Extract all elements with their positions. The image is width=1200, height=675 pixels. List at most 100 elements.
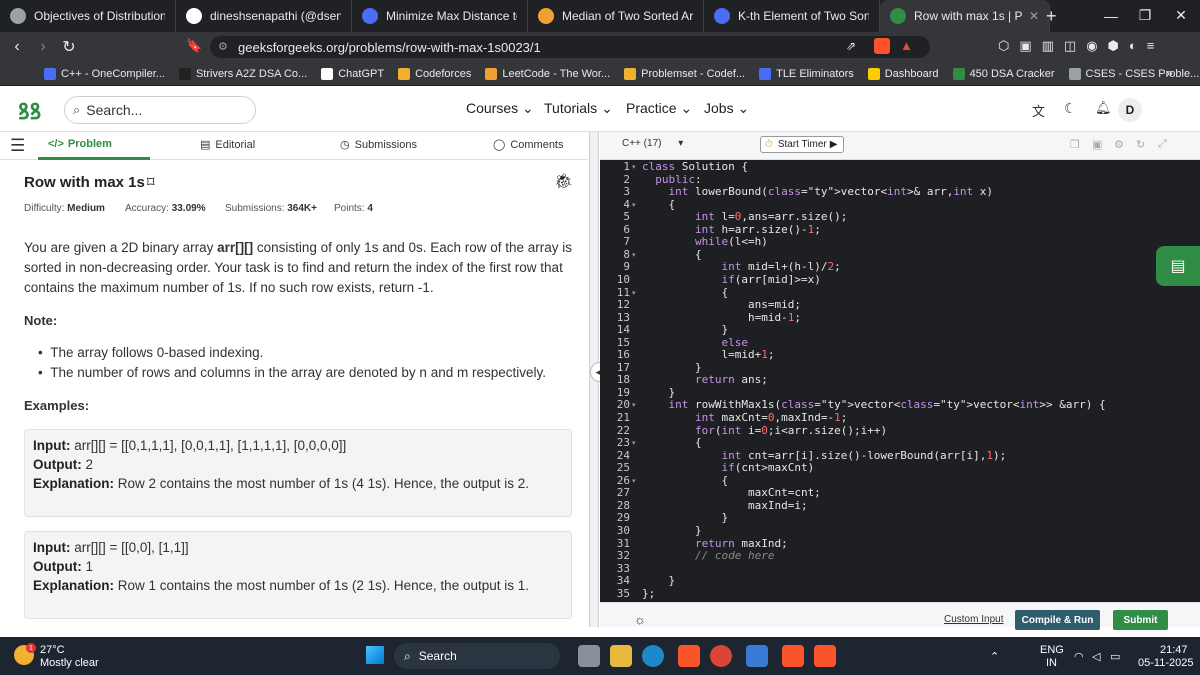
edge-icon[interactable] <box>642 645 664 667</box>
code-line[interactable]: int h=arr.size()-1; <box>642 223 821 236</box>
more-bookmarks-icon[interactable]: » <box>1166 66 1173 80</box>
app-icon[interactable] <box>746 645 768 667</box>
bookmark-item[interactable]: Strivers A2Z DSA Co... <box>178 67 307 80</box>
language-select[interactable]: C++ (17) ▾ <box>622 138 683 149</box>
code-line[interactable]: return maxInd; <box>642 537 788 550</box>
fullscreen-icon[interactable]: ⤢ <box>1158 138 1167 151</box>
fold-arrow-icon[interactable]: ▾ <box>632 163 636 171</box>
code-line[interactable]: { <box>642 474 728 487</box>
fold-arrow-icon[interactable]: ▾ <box>632 251 636 259</box>
battery-icon[interactable]: ▭ <box>1110 650 1120 663</box>
code-line[interactable]: { <box>642 286 728 299</box>
volume-icon[interactable]: ◁ <box>1092 650 1100 663</box>
code-line[interactable]: } <box>642 323 728 336</box>
clock-date[interactable]: 05-11-2025 <box>1138 657 1193 669</box>
browser-tab[interactable]: Median of Two Sorted Arrays - L <box>528 0 704 32</box>
browser-tab[interactable]: Objectives of Distribution Protec <box>0 0 176 32</box>
gfg-logo-icon[interactable]: ꝸꝸ <box>18 96 58 124</box>
code-line[interactable]: int maxCnt=0,maxInd=-1; <box>642 411 847 424</box>
tab-comments[interactable]: ◯ Comments <box>493 138 564 152</box>
settings-icon[interactable]: ⚙ <box>1114 138 1124 151</box>
browser-tab[interactable]: K-th Element of Two Sorted Arra <box>704 0 880 32</box>
bookmark-item[interactable]: CSES - CSES Proble... <box>1068 67 1199 80</box>
wifi-icon[interactable]: ◠ <box>1074 650 1084 663</box>
share-icon[interactable]: ⇗ <box>846 39 856 53</box>
code-line[interactable]: { <box>642 248 702 261</box>
windows-start-icon[interactable] <box>366 646 384 664</box>
restore-icon[interactable]: ❐ <box>1126 7 1164 24</box>
bookmark-item[interactable]: 450 DSA Cracker <box>952 67 1055 80</box>
code-line[interactable]: int mid=l+(h-l)/2; <box>642 260 840 273</box>
code-line[interactable]: l=mid+1; <box>642 348 774 361</box>
site-info-icon[interactable]: ⚙ <box>218 40 228 53</box>
copy-icon[interactable]: ❐ <box>1070 138 1080 151</box>
forward-icon[interactable]: › <box>30 38 56 56</box>
code-line[interactable]: }; <box>642 587 655 600</box>
browser-tab[interactable]: Minimize Max Distance to Gas St <box>352 0 528 32</box>
start-timer-button[interactable]: ⏱ Start Timer ▶ <box>760 136 844 153</box>
bookmark-item[interactable]: Problemset - Codef... <box>624 67 745 80</box>
code-line[interactable]: int l=0,ans=arr.size(); <box>642 210 847 223</box>
new-tab-icon[interactable]: + <box>1046 6 1057 27</box>
fold-arrow-icon[interactable]: ▾ <box>632 477 636 485</box>
code-line[interactable]: while(l<=h) <box>642 235 768 248</box>
avatar[interactable]: D <box>1118 98 1142 122</box>
report-bug-icon[interactable]: 🐞︎ <box>554 172 573 190</box>
close-tab-icon[interactable]: ✕ <box>1029 9 1039 23</box>
code-line[interactable]: maxCnt=cnt; <box>642 486 821 499</box>
bookmark-item[interactable]: ChatGPT <box>321 67 384 80</box>
file-explorer-icon[interactable] <box>610 645 632 667</box>
code-line[interactable]: for(int i=0;i<arr.size();i++) <box>642 424 887 437</box>
taskbar-search[interactable]: ⌕ Search <box>394 643 560 669</box>
dark-mode-icon[interactable]: ☾ <box>1064 100 1077 117</box>
brave-icon[interactable] <box>678 645 700 667</box>
brave-beta-icon[interactable] <box>782 645 804 667</box>
bookmark-item[interactable]: Codeforces <box>398 67 471 80</box>
theme-toggle-icon[interactable]: ☼ <box>634 612 646 627</box>
submit-button[interactable]: Submit <box>1113 610 1168 630</box>
task-view-icon[interactable] <box>578 645 600 667</box>
code-line[interactable]: { <box>642 436 702 449</box>
tab-editorial[interactable]: ▤ Editorial <box>200 138 255 152</box>
paste-icon[interactable]: ▣ <box>1092 138 1102 151</box>
tab-submissions[interactable]: ◷ Submissions <box>340 138 417 152</box>
nav-practice[interactable]: Practice ⌄ <box>626 100 692 117</box>
code-line[interactable]: int cnt=arr[i].size()-lowerBound(arr[i],… <box>642 449 1006 462</box>
fold-arrow-icon[interactable]: ▾ <box>632 439 636 447</box>
fold-arrow-icon[interactable]: ▾ <box>632 401 636 409</box>
code-line[interactable]: int lowerBound(class="ty">vector<int>& a… <box>642 185 994 198</box>
bookmark-item[interactable]: LeetCode - The Wor... <box>485 67 610 80</box>
code-line[interactable]: if(arr[mid]>=x) <box>642 273 820 286</box>
code-line[interactable]: ans=mid; <box>642 298 801 311</box>
code-line[interactable]: } <box>642 574 675 587</box>
tab-problem[interactable]: </> Problem <box>48 138 112 150</box>
close-window-icon[interactable]: ✕ <box>1162 7 1200 24</box>
chat-float-icon[interactable]: ▤ <box>1156 246 1200 286</box>
code-line[interactable]: // code here <box>642 549 774 562</box>
chrome-icon[interactable] <box>710 645 732 667</box>
brave-rewards-icon[interactable]: ▲ <box>900 38 913 53</box>
code-line[interactable]: h=mid-1; <box>642 311 801 324</box>
code-line[interactable]: if(cnt>maxCnt) <box>642 461 814 474</box>
back-icon[interactable]: ‹ <box>4 38 30 56</box>
url-bar[interactable]: ⚙ geeksforgeeks.org/problems/row-with-ma… <box>210 36 930 58</box>
code-line[interactable]: } <box>642 386 675 399</box>
minimize-icon[interactable]: — <box>1092 8 1130 24</box>
brave-shield-icon[interactable] <box>874 38 890 54</box>
bookmark-item[interactable]: Dashboard <box>867 67 939 80</box>
browser-tab[interactable]: dineshsenapathi (@dsenapathi4 <box>176 0 352 32</box>
code-line[interactable]: } <box>642 511 728 524</box>
compile-run-button[interactable]: Compile & Run <box>1015 610 1100 630</box>
code-line[interactable]: { <box>642 198 675 211</box>
reload-icon[interactable]: ↻ <box>56 37 82 57</box>
code-line[interactable]: int rowWithMax1s(class="ty">vector<class… <box>642 398 1106 411</box>
notification-bell-icon[interactable]: 🔔︎ <box>1095 100 1112 116</box>
nav-jobs[interactable]: Jobs ⌄ <box>704 100 749 117</box>
nav-courses[interactable]: Courses ⌄ <box>466 100 534 117</box>
bookmark-item[interactable]: C++ - OneCompiler... <box>44 67 165 80</box>
lang-2[interactable]: IN <box>1046 657 1057 669</box>
extensions-icons[interactable]: ⬡▣▥◫◉⬢◐≡ <box>998 38 1164 54</box>
search-input[interactable]: ⌕ Search... <box>64 96 256 124</box>
tray-chevron-icon[interactable]: ⌃ <box>990 650 999 663</box>
code-line[interactable]: maxInd=i; <box>642 499 808 512</box>
